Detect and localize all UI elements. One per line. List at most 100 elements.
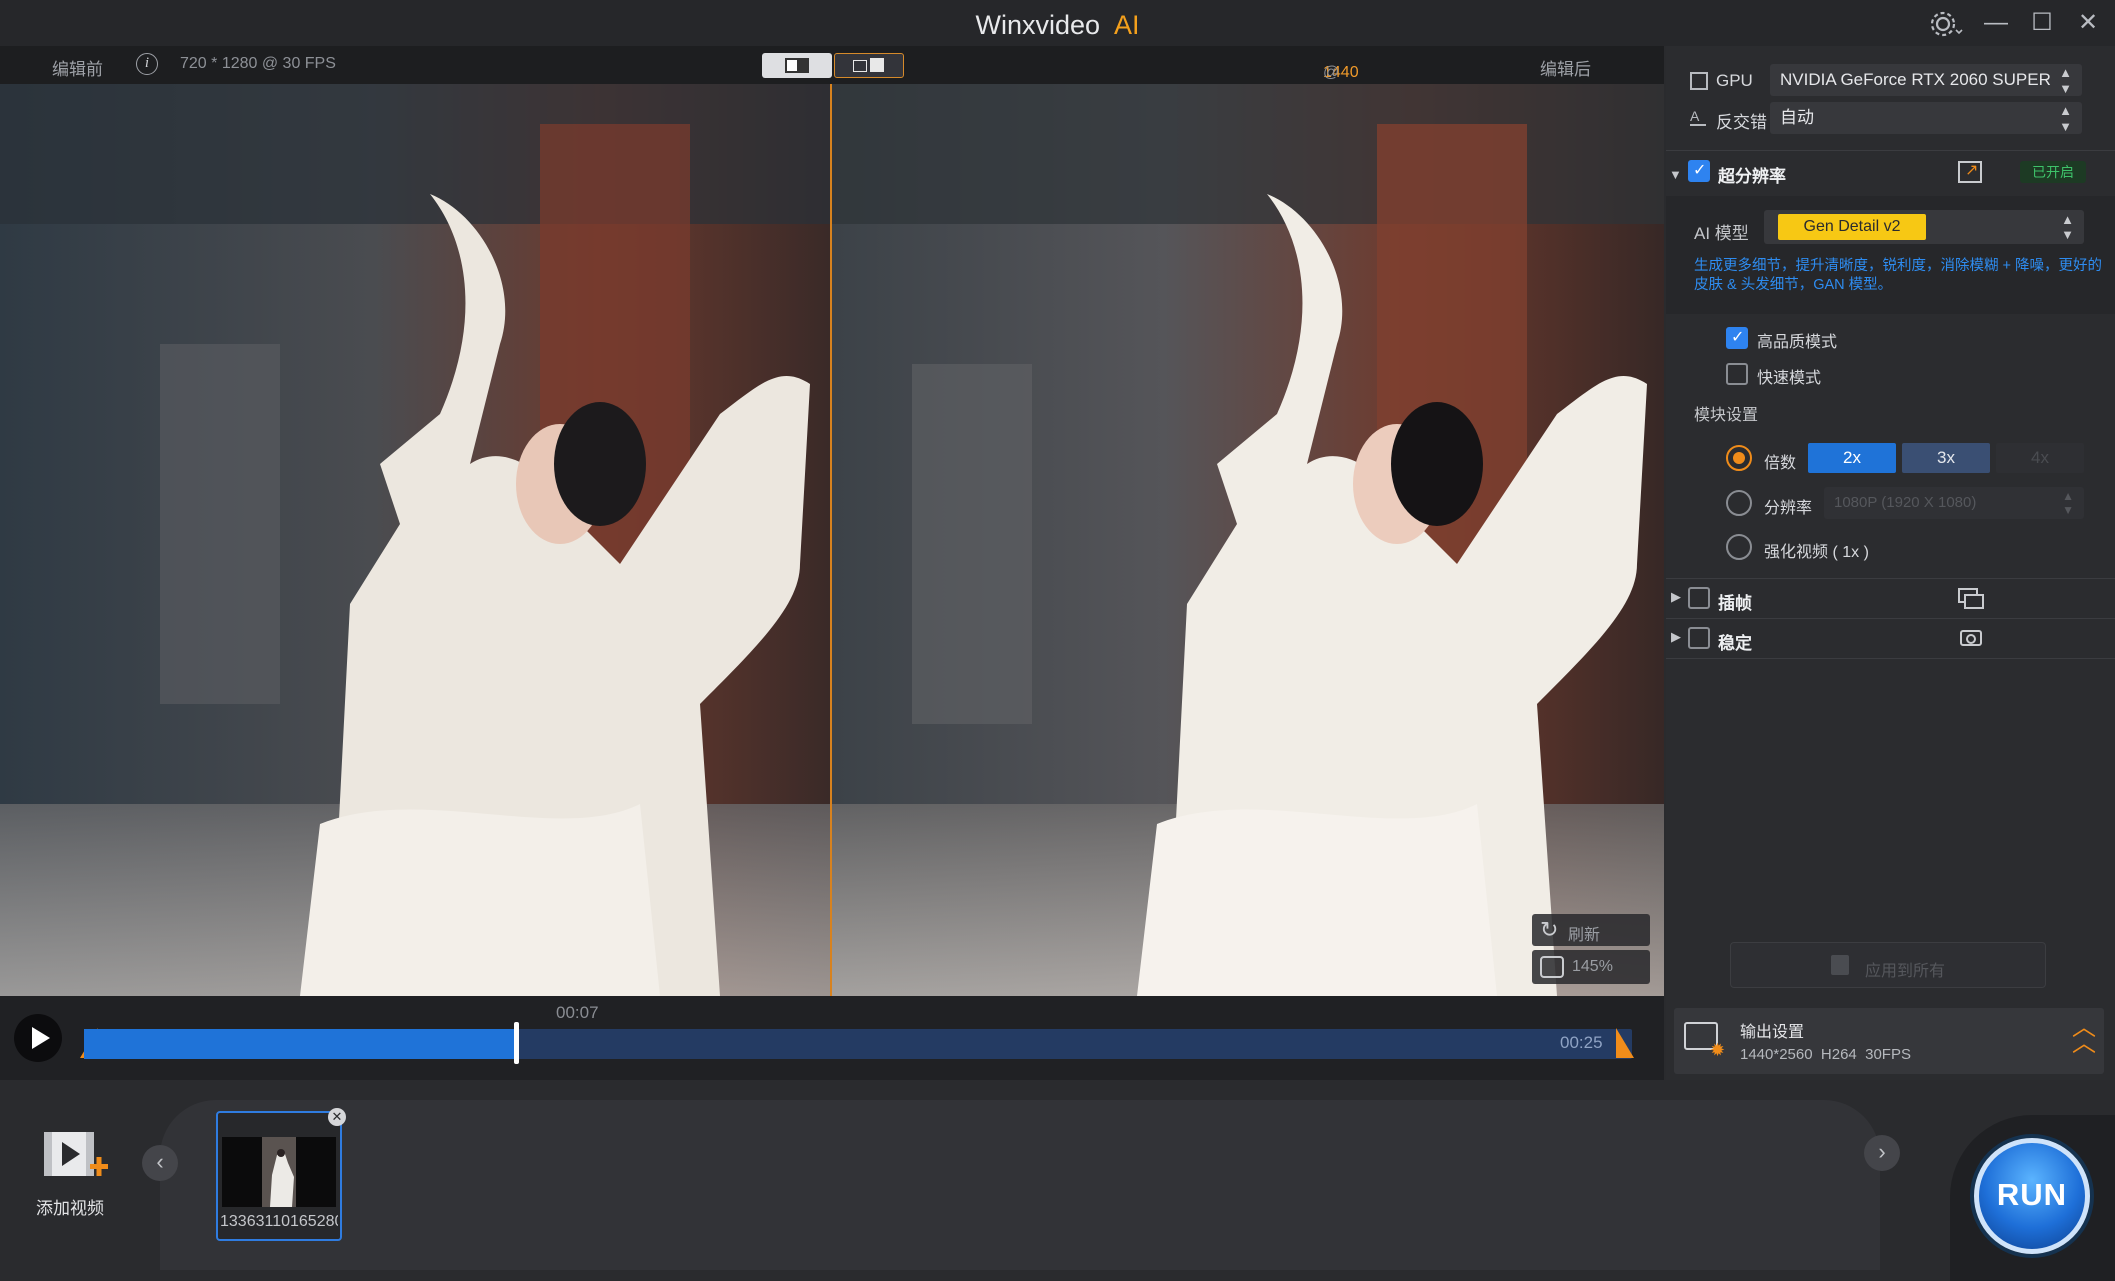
minimize-button[interactable]: — (1976, 6, 2016, 40)
fast-mode-checkbox[interactable] (1726, 363, 1748, 385)
apply-all-label: 应用到所有 (1865, 963, 1946, 980)
before-label: 编辑前 (52, 60, 103, 79)
ai-model-value: Gen Detail v2 (1778, 214, 1926, 240)
panel-separator-1 (1666, 150, 2115, 151)
output-expand-chevron-icon[interactable]: ︿ ︿ (2072, 1016, 2096, 1056)
stabilize-expand-icon[interactable]: ▶ (1671, 629, 1681, 645)
before-resolution: 720 * 1280 @ 30 FPS (180, 55, 336, 72)
add-video-label: 添加视频 (36, 1199, 104, 1218)
run-button[interactable]: RUN (1974, 1138, 2090, 1254)
apply-all-icon (1831, 955, 1849, 975)
superres-scale-arrow: ↗ (1965, 162, 1979, 179)
settings-gear-icon[interactable] (1928, 8, 1964, 40)
add-video-button[interactable]: 添加视频 (22, 1126, 122, 1218)
apply-all-button[interactable]: 应用到所有 (1730, 942, 2046, 988)
end-time: 00:25 (1560, 1033, 1603, 1052)
gpu-label: GPU (1716, 71, 1753, 90)
preview-header: 编辑前 i 720 * 1280 @ 30 FPS 1440 * 2560 @ … (0, 46, 1664, 117)
output-settings-spec: 1440*2560 H264 30FPS (1740, 1046, 1911, 1063)
superres-expand-icon[interactable]: ▼ (1669, 167, 1682, 182)
deinterlace-select[interactable]: 自动 ▲ ▼ (1770, 102, 2082, 134)
interp-checkbox[interactable] (1688, 587, 1710, 609)
enhance-label: 强化视频 ( 1x ) (1764, 544, 1869, 561)
resolution-radio[interactable] (1726, 490, 1752, 516)
play-icon (32, 1027, 50, 1049)
resolution-label: 分辨率 (1764, 500, 1813, 517)
interp-frame-front (1964, 594, 1984, 609)
refresh-icon: ↻ (1540, 917, 1559, 942)
mult-3x-button[interactable]: 3x (1902, 443, 1990, 473)
deinterlace-icon: A (1690, 108, 1706, 126)
superres-label: 超分辨率 (1718, 167, 1786, 186)
mult-4x-button: 4x (1996, 443, 2084, 473)
hq-mode-checkbox[interactable]: ✓ (1726, 327, 1748, 349)
refresh-button[interactable]: ↻ 刷新 (1532, 914, 1650, 946)
superres-checkbox[interactable]: ✓ (1688, 160, 1710, 182)
ai-model-select[interactable]: Gen Detail v2 ▲ ▼ (1764, 210, 2084, 244)
clip-thumbnail-picture (262, 1137, 296, 1207)
view-mode-split-button[interactable] (834, 53, 904, 78)
ai-model-description: 生成更多细节，提升清晰度，锐利度，消除模糊 + 降噪，更好的皮肤 & 头发细节，… (1694, 258, 2103, 293)
stabilize-checkbox[interactable] (1688, 627, 1710, 649)
playhead-handle[interactable] (514, 1022, 520, 1064)
app-title-accent: AI (1114, 10, 1140, 40)
clip-thumbnail-card[interactable]: 13363110165280 (216, 1111, 342, 1241)
gpu-select[interactable]: NVIDIA GeForce RTX 2060 SUPER ▲ ▼ (1770, 64, 2082, 96)
clip-thumbnail-image (222, 1137, 336, 1207)
stabilize-camera-icon (1954, 627, 1988, 649)
deinterlace-select-updown-icon: ▲ ▼ (2059, 103, 2072, 134)
panel-separator-3 (1666, 618, 2115, 619)
panel-separator-4 (1666, 658, 2115, 659)
clip-remove-icon[interactable]: ✕ (328, 1108, 346, 1126)
play-button[interactable] (14, 1014, 62, 1062)
add-video-icon (44, 1132, 108, 1176)
ai-model-label: AI 模型 (1694, 224, 1749, 243)
timeline-progress (84, 1029, 518, 1059)
multiplier-label: 倍数 (1764, 455, 1797, 472)
preview-after-image (832, 84, 1664, 996)
mult-2x-button[interactable]: 2x (1808, 443, 1896, 473)
enhance-radio[interactable] (1726, 534, 1752, 560)
strip-next-button[interactable]: › (1864, 1135, 1900, 1171)
superres-scale-icon: ↗ (1958, 161, 1982, 183)
clip-name: 13363110165280 (220, 1213, 338, 1230)
resolution-updown-icon: ▲ ▼ (2062, 489, 2074, 517)
close-button[interactable]: ✕ (2068, 6, 2108, 40)
output-settings-title: 输出设置 (1740, 1024, 1805, 1041)
interp-label: 插帧 (1718, 594, 1752, 613)
strip-prev-button[interactable]: ‹ (142, 1145, 178, 1181)
video-preview[interactable]: ↻ 刷新 145% (0, 84, 1664, 996)
after-label: 编辑后 (1540, 60, 1591, 79)
deinterlace-select-value: 自动 (1780, 108, 1814, 127)
preview-before-image (0, 84, 830, 996)
zoom-button[interactable]: 145% (1532, 950, 1650, 984)
superres-check-icon: ✓ (1693, 162, 1707, 179)
app-title: Winxvideo AI (975, 10, 1140, 40)
output-settings-gear-icon: ✹ (1710, 1040, 1726, 1060)
run-label: RUN (1996, 1177, 2068, 1212)
hq-mode-check-icon: ✓ (1731, 329, 1745, 346)
resolution-select-value: 1080P (1920 X 1080) (1834, 494, 1977, 511)
maximize-button[interactable]: ☐ (2022, 6, 2062, 40)
preview-before-pane (0, 84, 830, 996)
zoom-icon (1540, 956, 1564, 978)
interp-frames-icon (1958, 588, 1986, 610)
panel-separator-2 (1666, 578, 2115, 579)
info-icon[interactable]: i (136, 53, 158, 75)
preview-after-pane (832, 84, 1664, 996)
current-time: 00:07 (556, 1003, 599, 1022)
superres-status-badge: 已开启 (2020, 161, 2086, 183)
view-mode-split-icon (853, 60, 867, 72)
stabilize-camera-lens (1966, 634, 1976, 644)
gpu-chip-icon (1690, 72, 1708, 90)
fast-mode-label: 快速模式 (1757, 370, 1822, 387)
stabilize-label: 稳定 (1718, 634, 1752, 653)
scale-settings-label: 模块设置 (1694, 407, 1759, 424)
interp-expand-icon[interactable]: ▶ (1671, 589, 1681, 605)
output-settings-card[interactable]: ✹ 输出设置 1440*2560 H264 30FPS ︿ ︿ (1674, 1008, 2104, 1074)
refresh-label: 刷新 (1568, 927, 1601, 944)
multiplier-radio[interactable] (1726, 445, 1752, 471)
view-mode-split-icon-2 (870, 58, 884, 72)
clip-filmstrip (160, 1100, 1880, 1270)
view-mode-single-icon (785, 58, 809, 73)
